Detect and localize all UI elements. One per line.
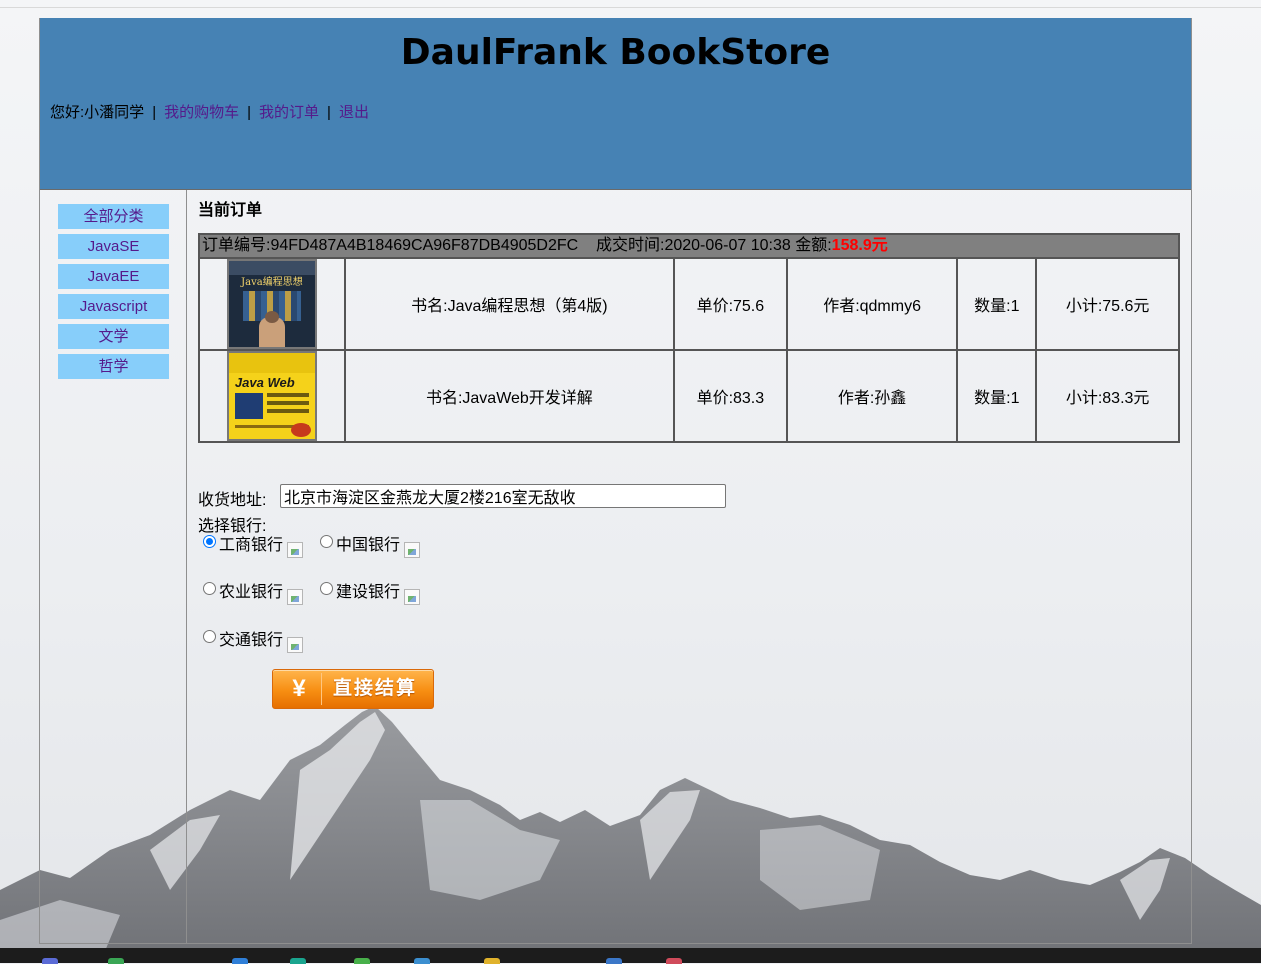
bank-option-bocom[interactable]: 交通银行 — [203, 626, 304, 653]
bank-logo-icon — [404, 542, 421, 558]
book-price: 单价:83.3 — [672, 349, 788, 443]
book-cover-cell: Java编程思想 — [198, 257, 346, 351]
order-amount: 158.9元 — [831, 237, 888, 254]
address-input[interactable] — [280, 484, 726, 508]
order-amount-label: 金额: — [795, 237, 832, 254]
order-table: 订单编号:94FD487A4B18469CA96F87DB4905D2FC 成交… — [198, 233, 1180, 443]
radio-icbc[interactable] — [203, 535, 216, 548]
category-literature[interactable]: 文学 — [58, 324, 169, 349]
username: 小潘同学 — [84, 104, 145, 121]
order-number: 94FD487A4B18469CA96F87DB4905D2FC — [270, 237, 579, 254]
book-subtotal: 小计:75.6元 — [1035, 257, 1180, 351]
radio-bocom[interactable] — [203, 630, 216, 643]
taskbar-app-icon[interactable] — [42, 958, 58, 964]
bank-option-boc[interactable]: 中国银行 — [320, 531, 421, 558]
nav-separator: | — [247, 104, 252, 121]
table-row: Java编程思想 书名:Java编程思想（第4版) 单价:75.6 作者:qdm… — [198, 257, 1180, 351]
bank-name: 建设银行 — [336, 584, 401, 601]
taskbar-app-icon[interactable] — [414, 958, 430, 964]
radio-boc[interactable] — [320, 535, 333, 548]
book-name: 书名:JavaWeb开发详解 — [343, 349, 675, 443]
taskbar-app-icon[interactable] — [484, 958, 500, 964]
book-author: 作者:孙鑫 — [785, 349, 959, 443]
taskbar-app-icon[interactable] — [290, 958, 306, 964]
order-time: 2020-06-07 10:38 — [664, 237, 791, 254]
bank-name: 农业银行 — [219, 584, 284, 601]
table-row: Java Web 书名:JavaWeb开发详解 单价:83.3 作者:孙鑫 数量… — [198, 349, 1180, 443]
order-time-label: 成交时间: — [595, 237, 665, 254]
category-sidebar: 全部分类 JavaSE JavaEE Javascript 文学 哲学 — [58, 204, 169, 384]
category-javase[interactable]: JavaSE — [58, 234, 169, 259]
site-title: DaulFrank BookStore — [400, 32, 831, 73]
category-philosophy[interactable]: 哲学 — [58, 354, 169, 379]
taskbar-app-icon[interactable] — [354, 958, 370, 964]
category-all[interactable]: 全部分类 — [58, 204, 169, 229]
book-price: 单价:75.6 — [672, 257, 788, 351]
bank-logo-icon — [287, 542, 304, 558]
book-cover-image[interactable]: Java Web — [226, 351, 317, 441]
site-header: DaulFrank BookStore 您好:小潘同学 | 我的购物车 | 我的订单 | 退… — [40, 18, 1191, 190]
taskbar-app-icon[interactable] — [232, 958, 248, 964]
os-taskbar — [0, 948, 1261, 964]
book-subtotal: 小计:83.3元 — [1035, 349, 1180, 443]
address-label: 收货地址: — [198, 492, 267, 509]
bank-name: 工商银行 — [219, 537, 284, 554]
bank-logo-icon — [287, 637, 304, 653]
nav-separator: | — [152, 104, 157, 121]
greeting-label: 您好: — [50, 104, 85, 121]
book-quantity: 数量:1 — [956, 349, 1038, 443]
top-border-line — [0, 7, 1261, 8]
order-summary: 订单编号:94FD487A4B18469CA96F87DB4905D2FC 成交… — [198, 233, 1180, 259]
radio-abc[interactable] — [203, 582, 216, 595]
bank-name: 中国银行 — [336, 537, 401, 554]
book-cover-title: Java编程思想 — [241, 277, 303, 288]
bank-name: 交通银行 — [219, 632, 284, 649]
order-number-label: 订单编号: — [202, 237, 271, 254]
user-nav: 您好:小潘同学 | 我的购物车 | 我的订单 | 退出 — [50, 101, 369, 122]
bank-logo-icon — [404, 589, 421, 605]
book-cover-title: Java Web — [234, 375, 295, 390]
book-cover-image[interactable]: Java编程思想 — [226, 259, 317, 349]
radio-ccb[interactable] — [320, 582, 333, 595]
book-cover-cell: Java Web — [198, 349, 346, 443]
book-author: 作者:qdmmy6 — [785, 257, 959, 351]
category-javaee[interactable]: JavaEE — [58, 264, 169, 289]
taskbar-app-icon[interactable] — [108, 958, 124, 964]
book-name: 书名:Java编程思想（第4版) — [343, 257, 675, 351]
category-javascript[interactable]: Javascript — [58, 294, 169, 319]
order-header-row: 订单编号:94FD487A4B18469CA96F87DB4905D2FC 成交… — [198, 233, 1180, 259]
bank-logo-icon — [287, 589, 304, 605]
main-content: 当前订单 订单编号:94FD487A4B18469CA96F87DB4905D2… — [198, 200, 1180, 709]
bank-option-icbc[interactable]: 工商银行 — [203, 531, 304, 558]
bank-option-abc[interactable]: 农业银行 — [203, 578, 304, 605]
sidebar-divider — [186, 190, 187, 943]
nav-link-cart[interactable]: 我的购物车 — [164, 104, 239, 121]
checkout-button[interactable]: ¥ 直接结算 — [272, 669, 434, 709]
page-frame: DaulFrank BookStore 您好:小潘同学 | 我的购物车 | 我的订单 | 退… — [39, 18, 1192, 944]
section-title: 当前订单 — [198, 202, 263, 219]
bank-option-ccb[interactable]: 建设银行 — [320, 578, 421, 605]
book-quantity: 数量:1 — [956, 257, 1038, 351]
yen-icon: ¥ — [277, 673, 322, 705]
taskbar-app-icon[interactable] — [666, 958, 682, 964]
nav-link-orders[interactable]: 我的订单 — [259, 104, 319, 121]
nav-separator: | — [327, 104, 331, 121]
nav-link-logout[interactable]: 退出 — [339, 104, 369, 121]
taskbar-app-icon[interactable] — [606, 958, 622, 964]
checkout-button-label: 直接结算 — [333, 678, 418, 699]
